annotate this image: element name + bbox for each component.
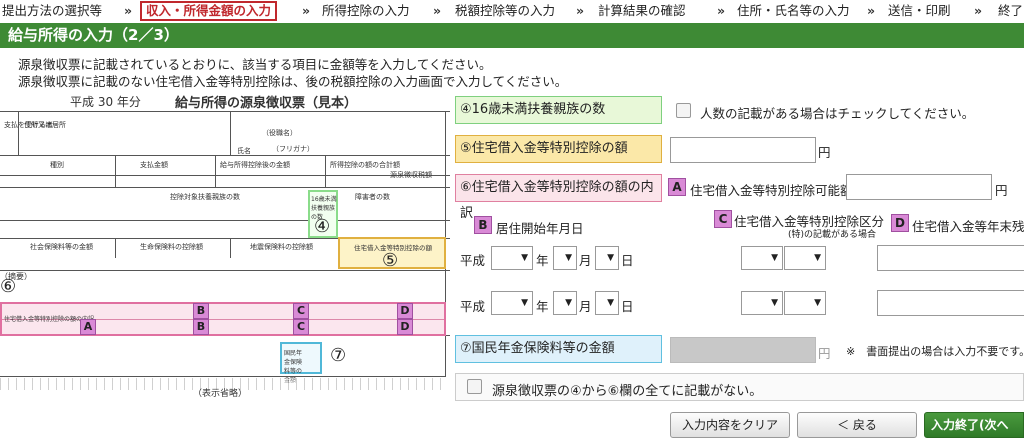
deduction-category-note: (特)の記載がある場合 — [788, 230, 877, 240]
step-income-deduction: 所得控除の入力 — [322, 3, 410, 18]
era-label: 平成 — [460, 299, 486, 314]
step-end: 終了 — [998, 3, 1024, 18]
slip-marker-a: A — [80, 319, 96, 335]
housing-amount-unit: 円 — [818, 145, 831, 160]
next-button[interactable]: 入力終了(次へ — [924, 412, 1024, 438]
step-tax-credit: 税額控除等の入力 — [455, 3, 556, 18]
slip-caption: （表示省略） — [193, 389, 248, 399]
step-separator: » — [974, 3, 983, 18]
slip-marker-b: B — [193, 319, 209, 335]
slip-era: 平成 30 年分 — [70, 95, 141, 109]
step-send-print: 送信・印刷 — [888, 3, 951, 18]
housing-amount-input[interactable] — [670, 137, 816, 163]
step-address-name: 住所・氏名等の入力 — [737, 3, 850, 18]
row1-balance-input[interactable] — [877, 245, 1024, 271]
slip-heading: 給与所得の源泉徴収票（見本） — [175, 96, 358, 111]
housing-amount-label: ⑤住宅借入金等特別控除の額 — [455, 135, 662, 163]
marker-b: B — [474, 216, 492, 234]
slip-label-name: 氏名 — [237, 147, 251, 155]
slip-marker-d: D — [397, 303, 413, 319]
row1-year-select[interactable]: ▼ — [491, 246, 533, 270]
slip-label-address: 住所又は居所 — [24, 121, 66, 129]
step-income-current: 収入・所得金額の入力 — [140, 1, 278, 21]
back-button[interactable]: ＜ 戻る — [797, 412, 917, 438]
day-label: 日 — [621, 299, 634, 314]
slip-marker-b: B — [193, 303, 209, 319]
slip-marker-c: C — [293, 319, 309, 335]
era-label: 平成 — [460, 253, 486, 268]
under16-checkbox[interactable] — [676, 103, 691, 118]
month-label: 月 — [579, 253, 592, 268]
step-calc-result: 計算結果の確認 — [598, 3, 686, 18]
pension-input-disabled — [670, 337, 816, 363]
slip-highlight-breakdown: 住宅借入金等特別控除の額の内訳 — [0, 302, 446, 336]
possible-deduction-label: 住宅借入金等特別控除可能額 — [690, 183, 853, 198]
row2-day-select[interactable]: ▼ — [595, 291, 619, 315]
pension-label: ⑦国民年金保険料等の金額 — [455, 335, 662, 363]
slip-label-social-ins: 社会保険料等の金額 — [30, 243, 93, 251]
step-separator: » — [302, 3, 311, 18]
step-separator: » — [124, 3, 133, 18]
possible-deduction-unit: 円 — [995, 183, 1008, 198]
step-submission-method: 提出方法の選択等 — [2, 3, 103, 18]
slip-label-deduction-total: 所得控除の額の合計額 — [330, 161, 400, 169]
slip-label-life-ins: 生命保険料の控除額 — [140, 243, 203, 251]
marker-d: D — [891, 214, 909, 232]
step-separator: » — [433, 3, 442, 18]
row2-category-select-2[interactable]: ▼ — [784, 291, 826, 315]
slip-marker-d: D — [397, 319, 413, 335]
instruction-line-2: 源泉徴収票に記載のない住宅借入金等特別控除は、後の税額控除の入力画面で入力してく… — [18, 74, 568, 89]
slip-highlight-pension: 国民年金保険料等の金額 — [280, 342, 322, 384]
day-label: 日 — [621, 253, 634, 268]
row1-month-select[interactable]: ▼ — [553, 246, 577, 270]
slip-circle-6: ⑥ — [0, 276, 17, 297]
year-label: 年 — [536, 299, 549, 314]
under16-label: ④16歳未満扶養親族の数 — [455, 96, 662, 124]
step-navigation: 提出方法の選択等 » 収入・所得金額の入力 » 所得控除の入力 » 税額控除等の… — [0, 0, 1024, 22]
slip-label-type: 種別 — [50, 161, 64, 169]
move-in-date-label: 居住開始年月日 — [496, 221, 584, 236]
slip-marker-c: C — [293, 303, 309, 319]
step-separator: » — [576, 3, 585, 18]
year-label: 年 — [536, 253, 549, 268]
slip-label-disabled: 障害者の数 — [355, 193, 390, 201]
row2-year-select[interactable]: ▼ — [491, 291, 533, 315]
slip-label-quake-ins: 地震保険料の控除額 — [250, 243, 313, 251]
row1-category-select-2[interactable]: ▼ — [784, 246, 826, 270]
slip-label-furigana: （フリガナ） — [272, 145, 314, 153]
slip-label-tax: 源泉徴収税額 — [390, 171, 432, 179]
slip-circle-5: ⑤ — [382, 250, 399, 271]
row1-category-select-1[interactable]: ▼ — [741, 246, 783, 270]
marker-a: A — [668, 178, 686, 196]
month-label: 月 — [579, 299, 592, 314]
step-separator: » — [717, 3, 726, 18]
under16-checkbox-label: 人数の記載がある場合はチェックしてください。 — [700, 106, 975, 121]
pension-unit: 円 — [818, 346, 831, 361]
step-separator: » — [867, 3, 876, 18]
row2-category-select-1[interactable]: ▼ — [741, 291, 783, 315]
slip-circle-7: ⑦ — [330, 345, 347, 366]
slip-circle-4: ④ — [314, 216, 331, 237]
pension-note: ※ 書面提出の場合は入力不要です。 — [846, 345, 1024, 358]
slip-label-role: （役職名） — [262, 129, 297, 137]
none-checkbox-label: 源泉徴収票の④から⑥欄の全てに記載がない。 — [492, 384, 763, 399]
row2-month-select[interactable]: ▼ — [553, 291, 577, 315]
slip-label-after-deduction: 給与所得控除後の金額 — [220, 161, 290, 169]
clear-button[interactable]: 入力内容をクリア — [670, 412, 790, 438]
slip-label-dependents: 控除対象扶養親族の数 — [170, 193, 240, 201]
withholding-slip-sample: 平成 30 年分 給与所得の源泉徴収票（見本） 支払を受ける者 住所又は居所 （… — [0, 90, 450, 405]
page-title: 給与所得の入力（2／3） — [0, 23, 1024, 48]
housing-breakdown-label: ⑥住宅借入金等特別控除の額の内訳 — [455, 174, 662, 221]
year-end-balance-label: 住宅借入金等年末残高 — [912, 219, 1024, 234]
none-checkbox[interactable] — [467, 379, 482, 394]
row2-balance-input[interactable] — [877, 290, 1024, 316]
marker-c: C — [714, 210, 732, 228]
possible-deduction-input[interactable] — [846, 174, 992, 200]
row1-day-select[interactable]: ▼ — [595, 246, 619, 270]
slip-label-payment: 支払金額 — [140, 161, 168, 169]
